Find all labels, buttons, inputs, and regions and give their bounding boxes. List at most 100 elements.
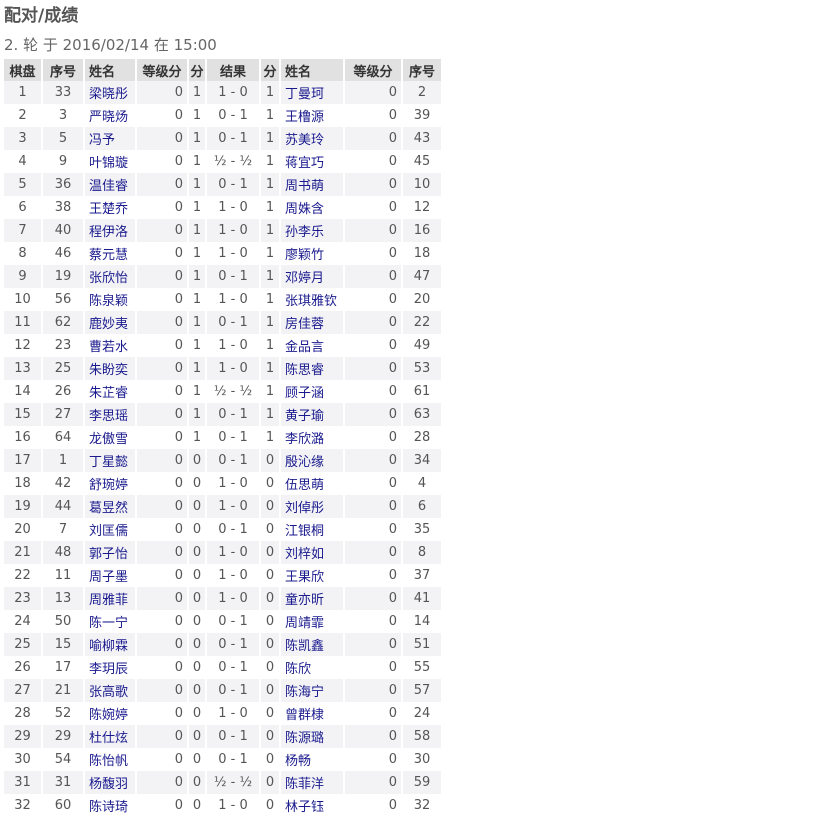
white-player-name[interactable]: 温佳睿	[84, 173, 137, 196]
white-player-name[interactable]: 李玥辰	[84, 656, 137, 679]
header-board[interactable]: 棋盘	[4, 59, 43, 81]
white-number: 9	[42, 150, 85, 173]
white-player-name[interactable]: 杨馥羽	[84, 771, 137, 794]
header-white-rating[interactable]: 等级分	[136, 59, 189, 81]
white-player-name[interactable]: 李思瑶	[84, 403, 137, 426]
black-rating: 0	[344, 127, 403, 150]
white-number: 52	[42, 702, 85, 725]
black-number: 34	[402, 449, 443, 472]
black-number: 10	[402, 173, 443, 196]
black-player-name[interactable]: 周书萌	[280, 173, 345, 196]
header-black-points[interactable]: 分	[260, 59, 281, 81]
black-player-name[interactable]: 金品言	[280, 334, 345, 357]
black-player-name[interactable]: 陈凯鑫	[280, 633, 345, 656]
white-player-name[interactable]: 杜仕炫	[84, 725, 137, 748]
black-player-name[interactable]: 邓婷月	[280, 265, 345, 288]
white-player-name[interactable]: 葛昱然	[84, 495, 137, 518]
black-player-name[interactable]: 童亦昕	[280, 587, 345, 610]
black-player-name[interactable]: 刘梓如	[280, 541, 345, 564]
black-player-name[interactable]: 陈源璐	[280, 725, 345, 748]
white-player-name[interactable]: 喻柳霖	[84, 633, 137, 656]
black-player-name[interactable]: 黄子瑜	[280, 403, 345, 426]
header-black-number[interactable]: 序号	[402, 59, 443, 81]
white-player-name[interactable]: 龙傲雪	[84, 426, 137, 449]
header-white-number[interactable]: 序号	[42, 59, 85, 81]
white-player-name[interactable]: 曹若水	[84, 334, 137, 357]
black-player-name[interactable]: 林子钰	[280, 794, 345, 817]
black-player-name[interactable]: 丁曼珂	[280, 81, 345, 104]
white-number: 27	[42, 403, 85, 426]
white-player-name[interactable]: 冯予	[84, 127, 137, 150]
header-black-rating[interactable]: 等级分	[344, 59, 403, 81]
black-player-name[interactable]: 殷沁缘	[280, 449, 345, 472]
white-points: 0	[188, 771, 207, 794]
black-player-name[interactable]: 孙李乐	[280, 219, 345, 242]
white-number: 40	[42, 219, 85, 242]
white-player-name[interactable]: 陈一宁	[84, 610, 137, 633]
black-player-name[interactable]: 陈海宁	[280, 679, 345, 702]
black-player-name[interactable]: 杨畅	[280, 748, 345, 771]
black-player-name[interactable]: 王橹源	[280, 104, 345, 127]
table-row: 32 60 陈诗琦 0 0 1 - 0 0 林子钰 0 32	[4, 794, 443, 817]
white-rating: 0	[136, 219, 189, 242]
white-player-name[interactable]: 舒琬婷	[84, 472, 137, 495]
white-player-name[interactable]: 陈婉婷	[84, 702, 137, 725]
black-rating: 0	[344, 196, 403, 219]
black-player-name[interactable]: 房佳蓉	[280, 311, 345, 334]
black-points: 0	[260, 633, 281, 656]
board-number: 30	[4, 748, 43, 771]
white-player-name[interactable]: 鹿妙夷	[84, 311, 137, 334]
white-points: 1	[188, 265, 207, 288]
white-player-name[interactable]: 陈泉颖	[84, 288, 137, 311]
black-player-name[interactable]: 廖颖竹	[280, 242, 345, 265]
header-white-name[interactable]: 姓名	[84, 59, 137, 81]
black-player-name[interactable]: 苏美玲	[280, 127, 345, 150]
white-player-name[interactable]: 王楚乔	[84, 196, 137, 219]
black-player-name[interactable]: 周姝含	[280, 196, 345, 219]
white-player-name[interactable]: 梁晓彤	[84, 81, 137, 104]
black-player-name[interactable]: 陈欣	[280, 656, 345, 679]
white-number: 3	[42, 104, 85, 127]
white-player-name[interactable]: 叶锦璇	[84, 150, 137, 173]
white-points: 1	[188, 380, 207, 403]
white-number: 44	[42, 495, 85, 518]
white-player-name[interactable]: 周子墨	[84, 564, 137, 587]
board-number: 4	[4, 150, 43, 173]
black-player-name[interactable]: 江银桐	[280, 518, 345, 541]
white-player-name[interactable]: 严晓炀	[84, 104, 137, 127]
white-player-name[interactable]: 程伊洛	[84, 219, 137, 242]
white-player-name[interactable]: 陈诗琦	[84, 794, 137, 817]
white-player-name[interactable]: 陈怡帆	[84, 748, 137, 771]
white-player-name[interactable]: 朱芷睿	[84, 380, 137, 403]
table-row: 30 54 陈怡帆 0 0 0 - 1 0 杨畅 0 30	[4, 748, 443, 771]
black-player-name[interactable]: 张琪雅钦	[280, 288, 345, 311]
table-row: 28 52 陈婉婷 0 0 1 - 0 0 曾群棣 0 24	[4, 702, 443, 725]
black-player-name[interactable]: 蒋宜巧	[280, 150, 345, 173]
white-player-name[interactable]: 张高歌	[84, 679, 137, 702]
black-player-name[interactable]: 李欣潞	[280, 426, 345, 449]
result: 0 - 1	[206, 679, 261, 702]
white-player-name[interactable]: 张欣怡	[84, 265, 137, 288]
black-player-name[interactable]: 刘倬彤	[280, 495, 345, 518]
white-player-name[interactable]: 周雅菲	[84, 587, 137, 610]
black-player-name[interactable]: 顾子涵	[280, 380, 345, 403]
black-player-name[interactable]: 曾群棣	[280, 702, 345, 725]
white-player-name[interactable]: 刘匡儒	[84, 518, 137, 541]
header-result[interactable]: 结果	[206, 59, 261, 81]
black-player-name[interactable]: 陈思睿	[280, 357, 345, 380]
black-player-name[interactable]: 伍思萌	[280, 472, 345, 495]
white-player-name[interactable]: 蔡元慧	[84, 242, 137, 265]
header-white-points[interactable]: 分	[188, 59, 207, 81]
board-number: 15	[4, 403, 43, 426]
white-player-name[interactable]: 丁星懿	[84, 449, 137, 472]
white-player-name[interactable]: 朱盼奕	[84, 357, 137, 380]
table-row: 25 15 喻柳霖 0 0 0 - 1 0 陈凯鑫 0 51	[4, 633, 443, 656]
white-rating: 0	[136, 702, 189, 725]
black-player-name[interactable]: 周靖霏	[280, 610, 345, 633]
white-player-name[interactable]: 郭子怡	[84, 541, 137, 564]
white-rating: 0	[136, 127, 189, 150]
black-player-name[interactable]: 陈菲洋	[280, 771, 345, 794]
black-number: 24	[402, 702, 443, 725]
header-black-name[interactable]: 姓名	[280, 59, 345, 81]
black-player-name[interactable]: 王果欣	[280, 564, 345, 587]
